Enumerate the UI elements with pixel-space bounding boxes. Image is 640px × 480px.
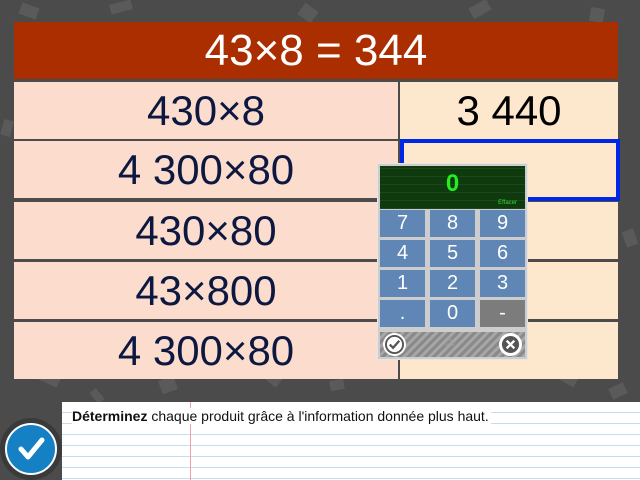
drag-handle-icon[interactable]: ⁂ [444,336,456,350]
submit-check-button[interactable] [0,418,62,480]
expression-cell: 430×80 [14,202,398,259]
instruction-panel: Déterminez chaque produit grâce à l'info… [62,402,640,480]
expression-cell: 4 300×80 [14,141,398,198]
key-1[interactable]: 1 [380,270,425,297]
table-row: 430×80 [14,202,618,259]
table-row: 4 300×80 [14,322,618,379]
key-7[interactable]: 7 [380,210,425,237]
keypad-footer: ⁂ [380,332,525,357]
key-4[interactable]: 4 [380,240,425,267]
check-icon[interactable] [383,333,406,356]
expression-cell: 4 300×80 [14,322,398,379]
clear-button[interactable]: Effacer [498,200,517,206]
checkmark-icon [5,423,57,475]
expression-cell: 430×8 [14,82,398,139]
key-9[interactable]: 9 [480,210,525,237]
numeric-keypad: 0 Effacer 7 8 9 4 5 6 1 2 3 . 0 - ⁂ [378,164,527,359]
equation-header: 43×8 = 344 [14,22,618,79]
keypad-display: 0 Effacer [380,166,525,209]
table-row: 430×8 3 440 [14,82,618,139]
keypad-display-value: 0 [445,170,460,197]
close-icon[interactable] [499,333,522,356]
expression-cell: 43×800 [14,262,398,319]
key-0[interactable]: 0 [430,300,475,327]
table-row: 43×800 [14,262,618,319]
table-row: 4 300×80 [14,139,620,201]
key-3[interactable]: 3 [480,270,525,297]
answer-cell: 3 440 [400,82,618,139]
key-6[interactable]: 6 [480,240,525,267]
equation-text: 43×8 = 344 [204,25,428,75]
instruction-text: Déterminez chaque produit grâce à l'info… [72,408,491,424]
key-5[interactable]: 5 [430,240,475,267]
key-decimal[interactable]: . [380,300,425,327]
key-2[interactable]: 2 [430,270,475,297]
key-8[interactable]: 8 [430,210,475,237]
instruction-bold: Déterminez [72,408,148,424]
key-minus[interactable]: - [480,300,525,327]
instruction-rest: chaque produit grâce à l'information don… [147,408,489,424]
